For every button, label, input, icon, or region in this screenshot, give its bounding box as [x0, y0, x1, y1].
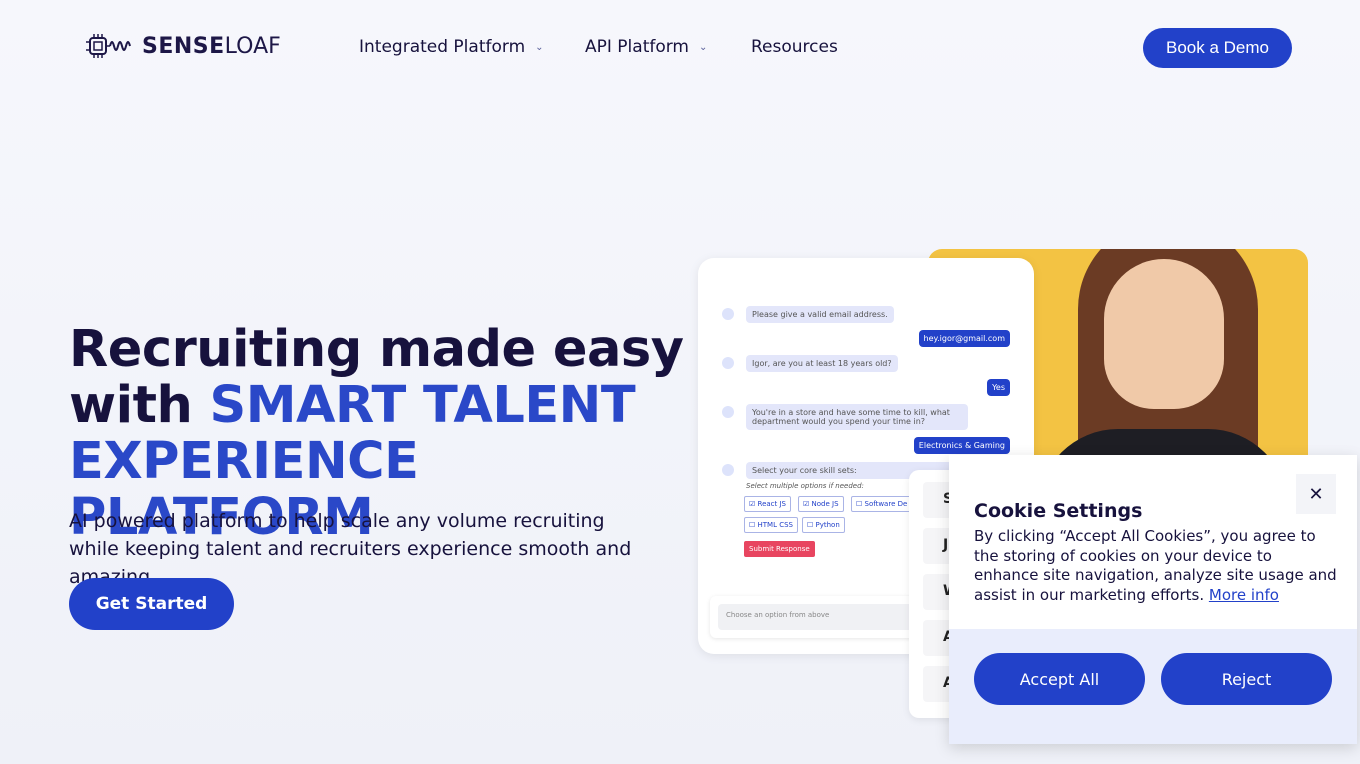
bot-message: Igor, are you at least 18 years old? — [746, 355, 898, 372]
cookie-dialog: ✕ Cookie Settings By clicking “Accept Al… — [949, 455, 1357, 744]
close-icon[interactable]: ✕ — [1296, 474, 1336, 514]
get-started-button[interactable]: Get Started — [69, 578, 234, 630]
option-label: Python — [815, 521, 840, 529]
title-line: Recruiting made easy — [69, 320, 684, 379]
bot-message: You're in a store and have some time to … — [746, 404, 968, 430]
nav-label: API Platform — [585, 37, 689, 57]
logo[interactable]: SENSE LOAF — [86, 33, 281, 59]
option-label: Node JS — [811, 500, 839, 508]
top-nav: SENSE LOAF Integrated Platform ⌄ API Plat… — [0, 0, 1360, 95]
nav-resources[interactable]: Resources — [751, 37, 838, 57]
chip-wave-icon — [86, 34, 131, 58]
title-with: with — [69, 376, 210, 435]
title-accent: SMART TALENT — [209, 376, 636, 435]
option-html[interactable]: ☐ HTML CSS — [744, 517, 798, 533]
option-label: React JS — [757, 500, 786, 508]
option-node[interactable]: ☑ Node JS — [798, 496, 844, 512]
bot-avatar-icon — [722, 406, 734, 418]
bot-avatar-icon — [722, 357, 734, 369]
user-message: hey.igor@gmail.com — [918, 330, 1010, 347]
option-react[interactable]: ☑ React JS — [744, 496, 791, 512]
reject-button[interactable]: Reject — [1161, 653, 1332, 705]
nav-integrated-platform[interactable]: Integrated Platform ⌄ — [359, 37, 544, 57]
cookie-title: Cookie Settings — [974, 500, 1143, 522]
user-message: Yes — [987, 379, 1010, 396]
option-label: Software De — [864, 500, 908, 508]
logo-text-bold: SENSE — [142, 33, 225, 59]
nav-label: Resources — [751, 37, 838, 57]
more-info-link[interactable]: More info — [1209, 586, 1279, 604]
accept-all-button[interactable]: Accept All — [974, 653, 1145, 705]
nav-label: Integrated Platform — [359, 37, 526, 57]
chevron-down-icon: ⌄ — [535, 41, 544, 53]
option-label: HTML CSS — [757, 521, 793, 529]
bot-avatar-icon — [722, 464, 734, 476]
bot-avatar-icon — [722, 308, 734, 320]
logo-text-light: LOAF — [224, 33, 281, 59]
option-python[interactable]: ☐ Python — [802, 517, 845, 533]
submit-response-button[interactable]: Submit Response — [744, 541, 815, 557]
book-demo-button[interactable]: Book a Demo — [1143, 28, 1292, 68]
bot-message: Please give a valid email address. — [746, 306, 894, 323]
cookie-body: By clicking “Accept All Cookies”, you ag… — [974, 527, 1339, 605]
cookie-text: By clicking “Accept All Cookies”, you ag… — [974, 527, 1337, 604]
chevron-down-icon: ⌄ — [699, 41, 708, 53]
option-software[interactable]: ☐ Software De — [851, 496, 911, 512]
nav-api-platform[interactable]: API Platform ⌄ — [585, 37, 707, 57]
cookie-actions: Accept All Reject — [949, 629, 1357, 744]
hint: Select multiple options if needed: — [746, 482, 864, 490]
photo-face — [1104, 259, 1224, 409]
user-message: Electronics & Gaming — [913, 437, 1010, 454]
